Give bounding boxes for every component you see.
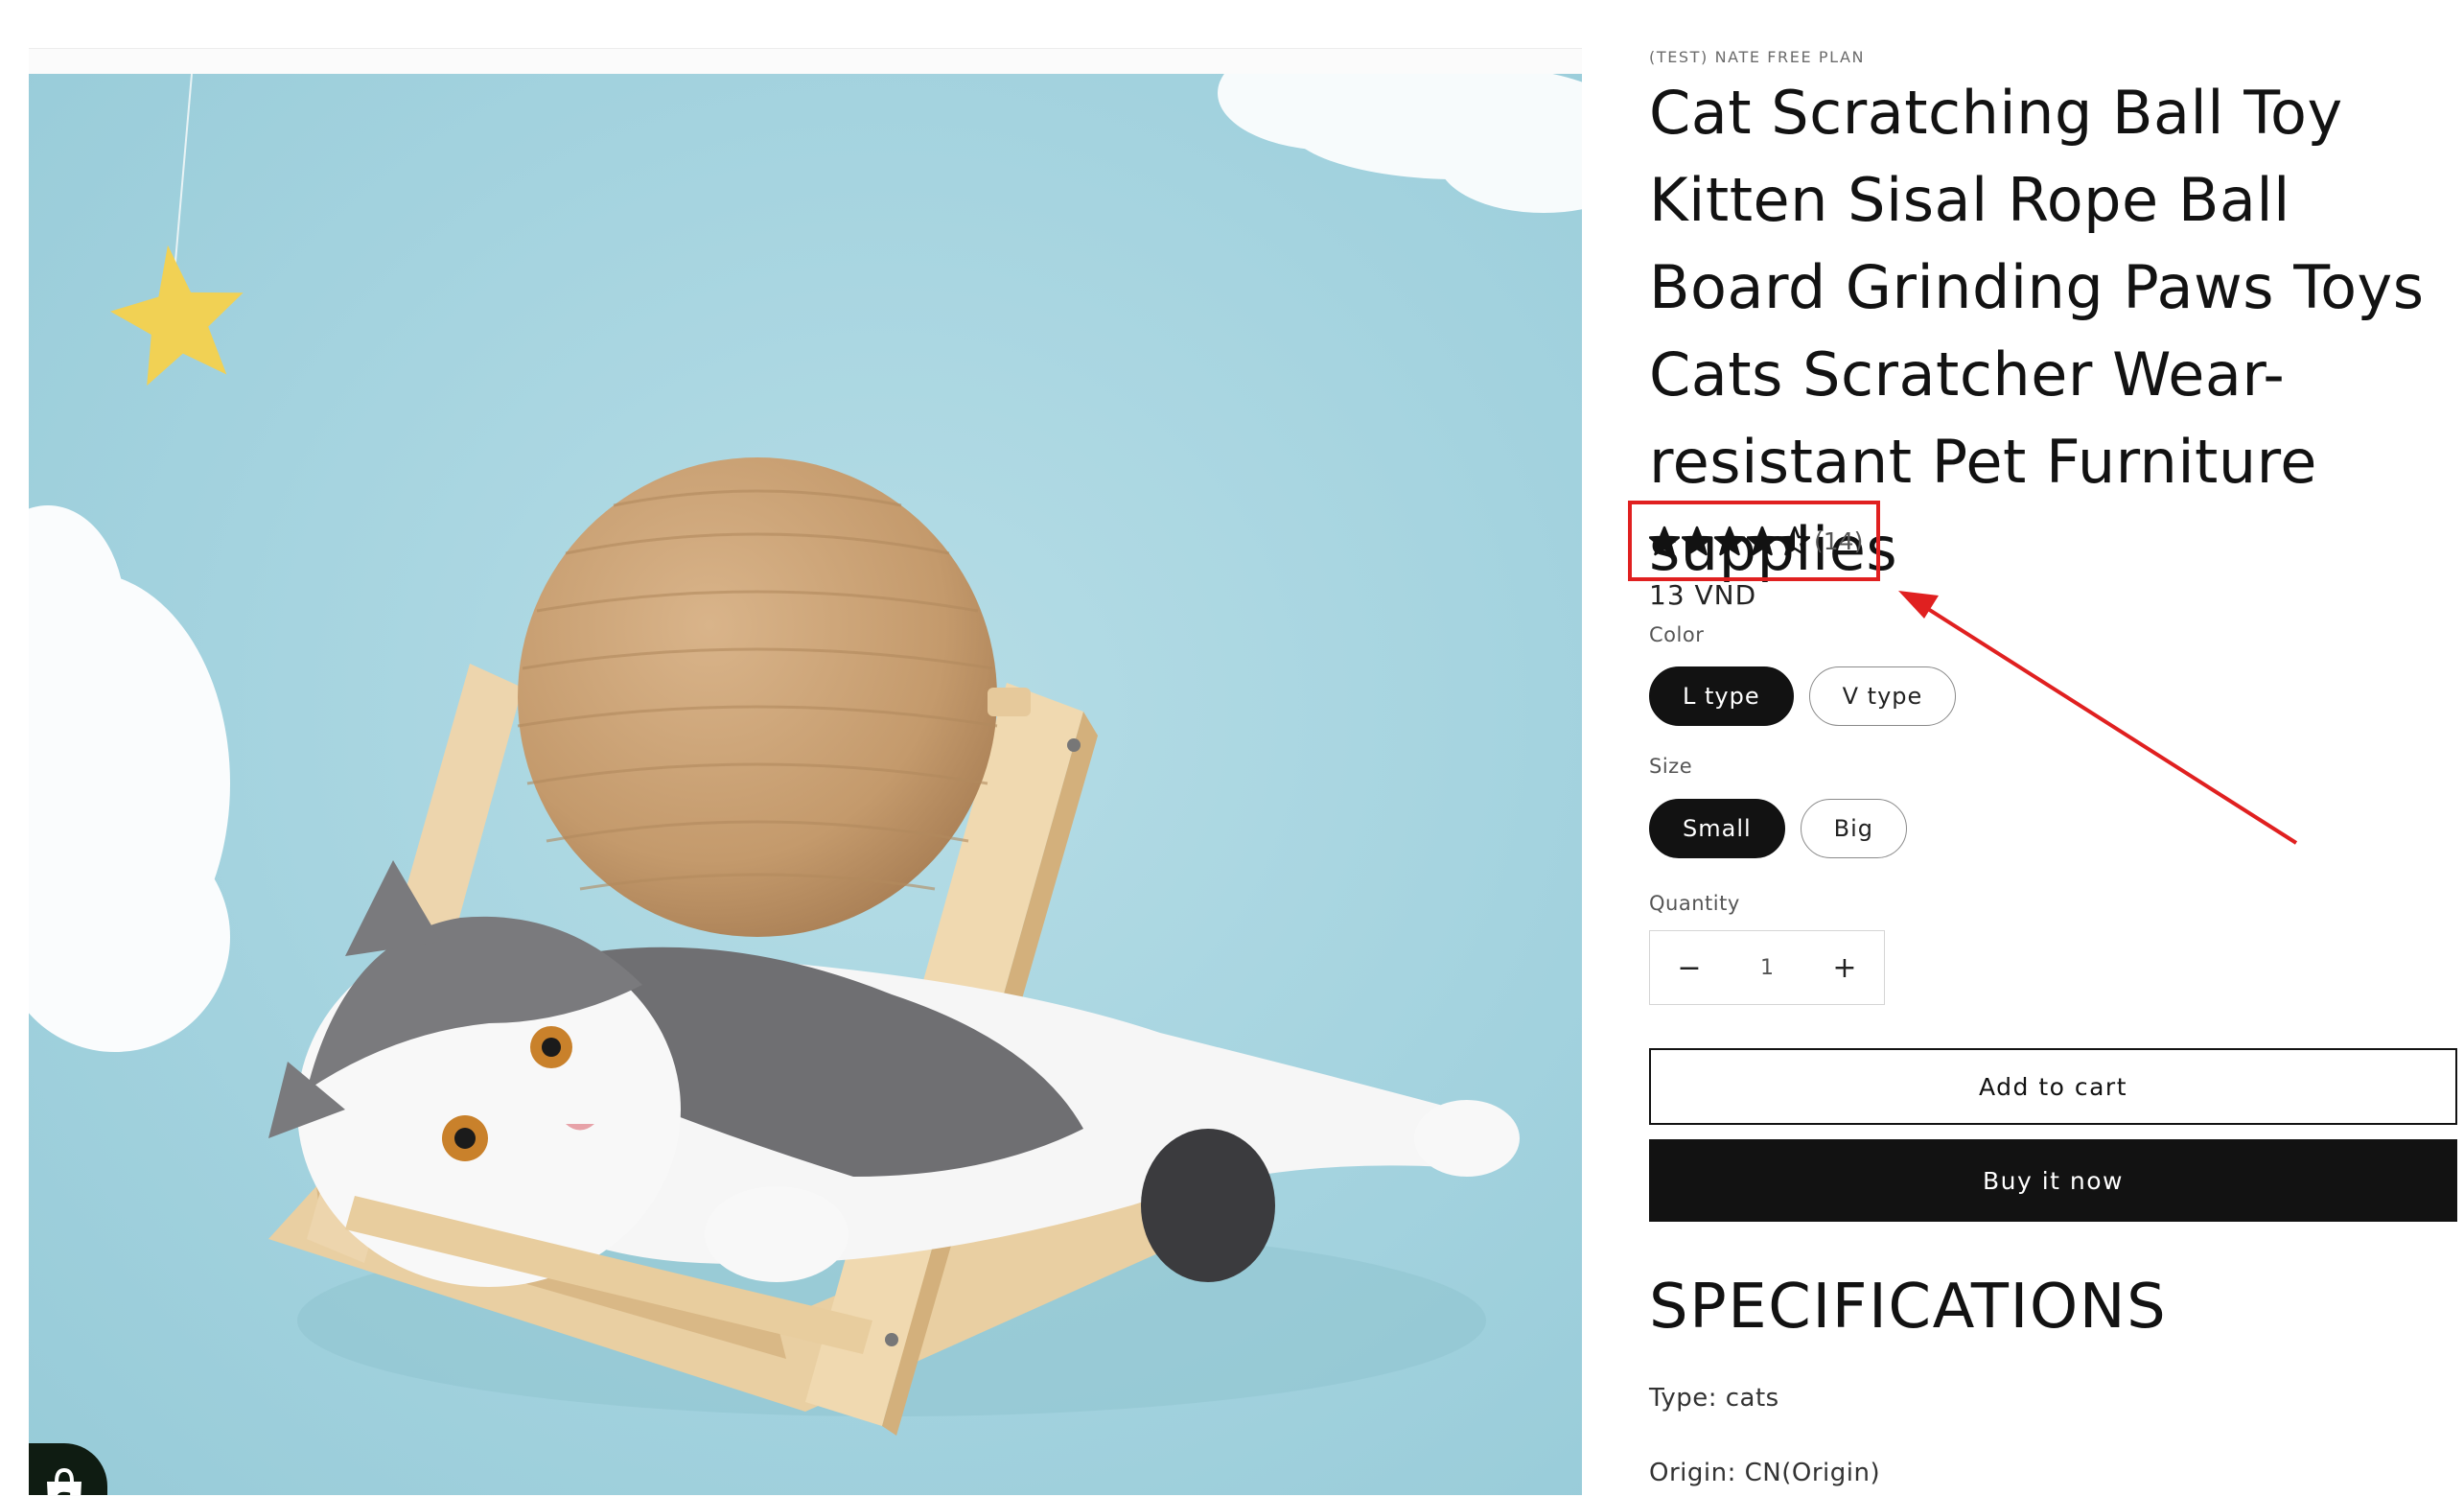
add-to-cart-button[interactable]: Add to cart (1649, 1048, 2457, 1125)
buy-it-now-button[interactable]: Buy it now (1649, 1139, 2457, 1222)
spec-origin: Origin: CN(Origin) (1649, 1459, 1881, 1487)
quantity-stepper: − + (1649, 930, 1885, 1005)
product-vendor: (TEST) NATE FREE PLAN (1649, 48, 1866, 66)
plus-icon: + (1832, 950, 1857, 985)
size-option-big[interactable]: Big (1800, 799, 1908, 858)
spec-type: Type: cats (1649, 1384, 1779, 1413)
size-options: Small Big (1649, 799, 1908, 858)
specifications-heading: SPECIFICATIONS (1649, 1272, 2168, 1343)
quantity-decrement-button[interactable]: − (1650, 931, 1729, 1004)
cloud-top-right (1218, 74, 1582, 213)
color-label: Color (1649, 623, 1705, 646)
size-option-small[interactable]: Small (1649, 799, 1785, 858)
sisal-ball (518, 457, 997, 937)
product-photo[interactable]: S (29, 74, 1582, 1495)
quantity-label: Quantity (1649, 892, 1740, 915)
product-photo-illustration (29, 74, 1582, 1436)
shopify-bag-icon: S (47, 1467, 81, 1495)
color-options: L type V type (1649, 666, 1957, 726)
color-option-v-type[interactable]: V type (1808, 666, 1957, 726)
quantity-increment-button[interactable]: + (1805, 931, 1884, 1004)
product-price: 13 VND (1649, 579, 1757, 611)
cloud-left (29, 505, 230, 1052)
minus-icon: − (1677, 950, 1702, 985)
color-option-l-type[interactable]: L type (1649, 666, 1794, 726)
hanging-star (110, 245, 244, 386)
svg-text:S: S (56, 1488, 74, 1495)
size-label: Size (1649, 755, 1693, 778)
annotation-highlight-box (1628, 501, 1880, 581)
quantity-input[interactable] (1732, 954, 1802, 981)
